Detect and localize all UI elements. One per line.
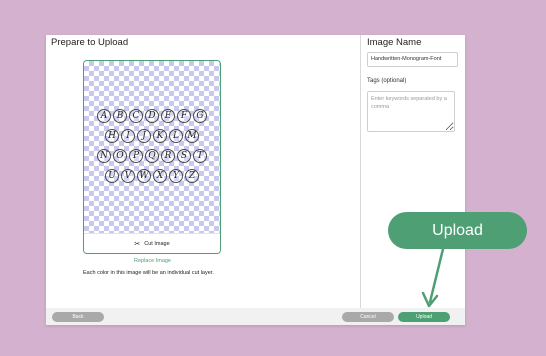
tags-input[interactable] bbox=[367, 91, 455, 132]
upload-callout: Upload bbox=[388, 212, 527, 249]
monogram-letter: S bbox=[177, 149, 191, 163]
letter-row: HIJKLM bbox=[84, 129, 220, 143]
monogram-letter: C bbox=[129, 109, 143, 123]
monogram-letter: V bbox=[121, 169, 135, 183]
cut-image-label: Cut Image bbox=[144, 241, 170, 247]
monogram-letter: G bbox=[193, 109, 207, 123]
monogram-letter: Q bbox=[145, 149, 159, 163]
image-preview-card[interactable]: ABCDEFG HIJKLM NOPQRST UVWXYZ ✂ Cut Image bbox=[83, 60, 221, 254]
cut-image-option[interactable]: ✂ Cut Image bbox=[84, 233, 220, 253]
monogram-letter: J bbox=[137, 129, 151, 143]
monogram-letter: Z bbox=[185, 169, 199, 183]
monogram-letter: W bbox=[137, 169, 151, 183]
monogram-letter: Y bbox=[169, 169, 183, 183]
upload-button[interactable]: Upload bbox=[398, 312, 450, 322]
image-name-input[interactable] bbox=[367, 52, 458, 67]
letter-row: UVWXYZ bbox=[84, 169, 220, 183]
monogram-letter: D bbox=[145, 109, 159, 123]
image-name-heading: Image Name bbox=[367, 37, 422, 48]
scissors-icon: ✂ bbox=[134, 241, 141, 248]
monogram-letter: B bbox=[113, 109, 127, 123]
letter-row: ABCDEFG bbox=[84, 109, 220, 123]
monogram-letter: K bbox=[153, 129, 167, 143]
monogram-letter: I bbox=[121, 129, 135, 143]
dialog-footer: Back Cancel Upload bbox=[46, 308, 465, 325]
upload-dialog: Prepare to Upload ABCDEFG HIJKLM NOPQRST UV… bbox=[46, 35, 465, 325]
monogram-letter: E bbox=[161, 109, 175, 123]
monogram-letter: R bbox=[161, 149, 175, 163]
monogram-letter: X bbox=[153, 169, 167, 183]
letter-row: NOPQRST bbox=[84, 149, 220, 163]
dialog-title: Prepare to Upload bbox=[51, 37, 129, 48]
monogram-letter: L bbox=[169, 129, 183, 143]
cut-layer-info: Each color in this image will be an indi… bbox=[83, 270, 214, 276]
monogram-letter: N bbox=[97, 149, 111, 163]
transparency-background bbox=[84, 61, 220, 233]
tags-label: Tags (optional) bbox=[367, 78, 407, 84]
monogram-letter: U bbox=[105, 169, 119, 183]
cancel-button[interactable]: Cancel bbox=[342, 312, 394, 322]
monogram-letter: M bbox=[185, 129, 199, 143]
monogram-letter: P bbox=[129, 149, 143, 163]
replace-image-link[interactable]: Replace Image bbox=[83, 258, 222, 264]
panel-divider bbox=[360, 35, 361, 308]
monogram-letter: A bbox=[97, 109, 111, 123]
monogram-letter: T bbox=[193, 149, 207, 163]
back-button[interactable]: Back bbox=[52, 312, 104, 322]
monogram-letter: H bbox=[105, 129, 119, 143]
monogram-letter: F bbox=[177, 109, 191, 123]
monogram-letter: O bbox=[113, 149, 127, 163]
